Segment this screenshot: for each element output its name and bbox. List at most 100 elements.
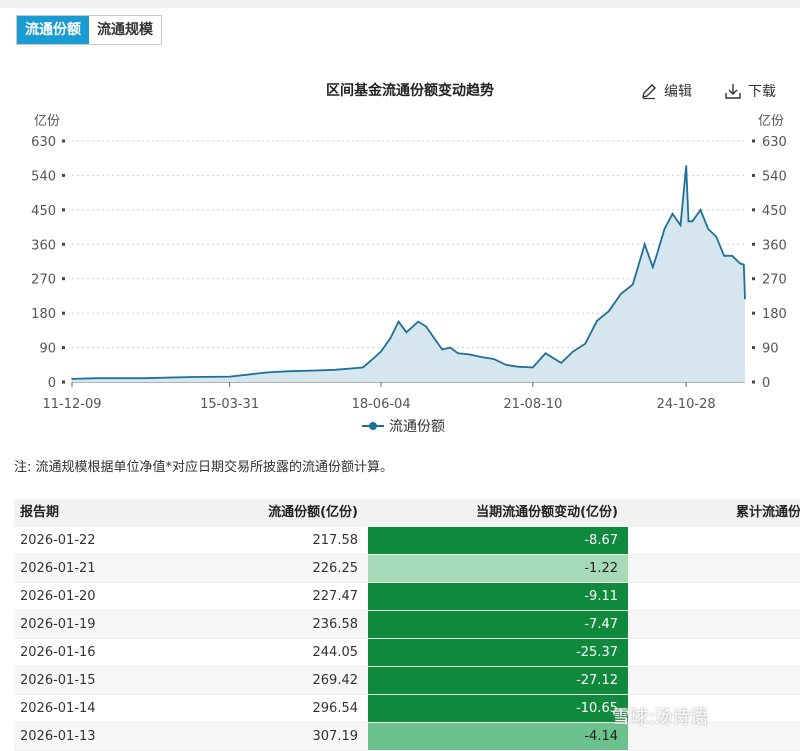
y-tick-label-right: 360 [762,238,787,253]
y-tick-label-right: 450 [762,204,787,219]
series-point [369,360,372,362]
download-icon [725,84,741,99]
series-point [739,262,741,265]
cell-date: 2026-01-20 [20,589,96,604]
tab-circulating-scale[interactable]: 流通规模 [89,16,161,44]
series-point [655,254,658,257]
y-tick-label-left: 180 [31,307,56,322]
cell-cumulative [628,555,800,582]
series-point [619,293,622,295]
y-tick-mark-right [752,311,755,315]
series-point [417,320,419,323]
series-point [425,325,427,328]
y-tick-label-right: 90 [762,342,779,357]
series-point [397,320,400,323]
series-point [663,228,666,230]
header-share: 流通份额(亿份) [268,505,358,520]
series-point [744,297,746,300]
x-tick-label: 18-06-04 [352,397,411,412]
y-tick-mark-left [62,277,65,281]
cell-change: -7.47 [368,611,628,638]
y-axis-unit-right: 亿份 [758,114,784,129]
series-point [723,254,725,257]
download-button[interactable]: 下载 [724,81,776,101]
series-point [671,212,674,215]
cell-share: 226.25 [312,561,359,576]
y-tick-label-right: 180 [762,307,787,322]
tab-bar: 流通份额 流通规模 [16,15,162,45]
y-tick-mark-left [62,242,65,246]
y-tick-mark-left [62,173,65,177]
series-point [191,376,193,378]
edit-icon [642,84,656,100]
series-point [584,342,586,345]
table-header: 报告期 流通份额(亿份) 当期流通份额变动(亿份) 累计流通份额 [14,499,800,527]
series-point [286,370,289,373]
cell-change: -8.67 [368,527,628,554]
edit-label: 编辑 [664,84,692,100]
header-change: 当期流通份额变动(亿份) [476,505,618,520]
edit-button[interactable]: 编辑 [640,81,692,101]
cell-date: 2026-01-22 [20,533,96,548]
cell-share: 236.58 [312,617,359,632]
series-point [643,243,646,246]
cell-change: -25.37 [368,639,628,666]
series-point [691,220,694,223]
y-tick-label-right: 270 [762,273,787,288]
cell-change: -9.11 [368,583,628,610]
cell-share: 217.58 [312,533,359,548]
series-point [433,337,435,339]
series-point [95,377,98,379]
y-tick-label-left: 270 [31,273,56,288]
series-point [493,358,495,360]
y-tick-mark-left [62,311,65,315]
series-point [505,363,507,366]
cell-change: -10.65 [368,695,628,722]
y-tick-label-left: 360 [31,238,56,253]
table-row: 2026-01-16 244.05 -25.37 [14,639,800,667]
cell-date: 2026-01-13 [20,729,96,744]
cell-date: 2026-01-14 [20,701,96,716]
watermark: 雪球:汤诗语 [612,707,709,728]
y-tick-label-left: 630 [31,135,56,150]
series-point [572,350,574,353]
series-point [449,346,451,349]
tab-circulating-share[interactable]: 流通份额 [17,16,89,44]
cell-cumulative [628,639,800,666]
series-point [405,331,408,334]
series-point [687,220,690,223]
cell-date: 2026-01-15 [20,673,96,688]
table-row: 2026-01-22 217.58 -8.67 [14,527,800,555]
top-strip [0,0,800,8]
y-tick-mark-left [62,139,65,143]
series-point [71,378,73,380]
y-tick-mark-left [62,208,65,212]
legend-marker [369,422,377,430]
y-tick-label-right: 540 [762,169,787,184]
series-point [631,283,634,286]
series-point [389,337,392,339]
y-tick-label-left: 0 [48,376,56,391]
series-point [143,377,146,379]
header-cumulative: 累计流通份额 [735,505,800,520]
y-tick-mark-right [752,346,755,350]
cell-cumulative [628,667,800,694]
cell-change: -1.22 [368,555,628,582]
table-row: 2026-01-21 226.25 -1.22 [14,555,800,583]
y-tick-label-right: 0 [762,376,770,391]
table-row: 2026-01-20 227.47 -9.11 [14,583,800,611]
series-point [715,235,717,238]
series-point [707,228,710,230]
x-tick-label: 24-10-28 [657,397,716,412]
cell-share: 227.47 [312,589,359,604]
series-point [457,352,459,355]
series-point [731,254,733,257]
y-tick-mark-right [752,139,755,143]
table-row: 2026-01-15 269.42 -27.12 [14,667,800,695]
footnote: 注: 流通规模根据单位净值*对应日期交易所披露的流通份额计算。 [14,460,394,475]
cell-share: 269.42 [312,673,359,688]
cell-date: 2026-01-19 [20,617,96,632]
series-point [314,369,317,372]
series-point [334,368,336,371]
download-label: 下载 [748,84,776,100]
